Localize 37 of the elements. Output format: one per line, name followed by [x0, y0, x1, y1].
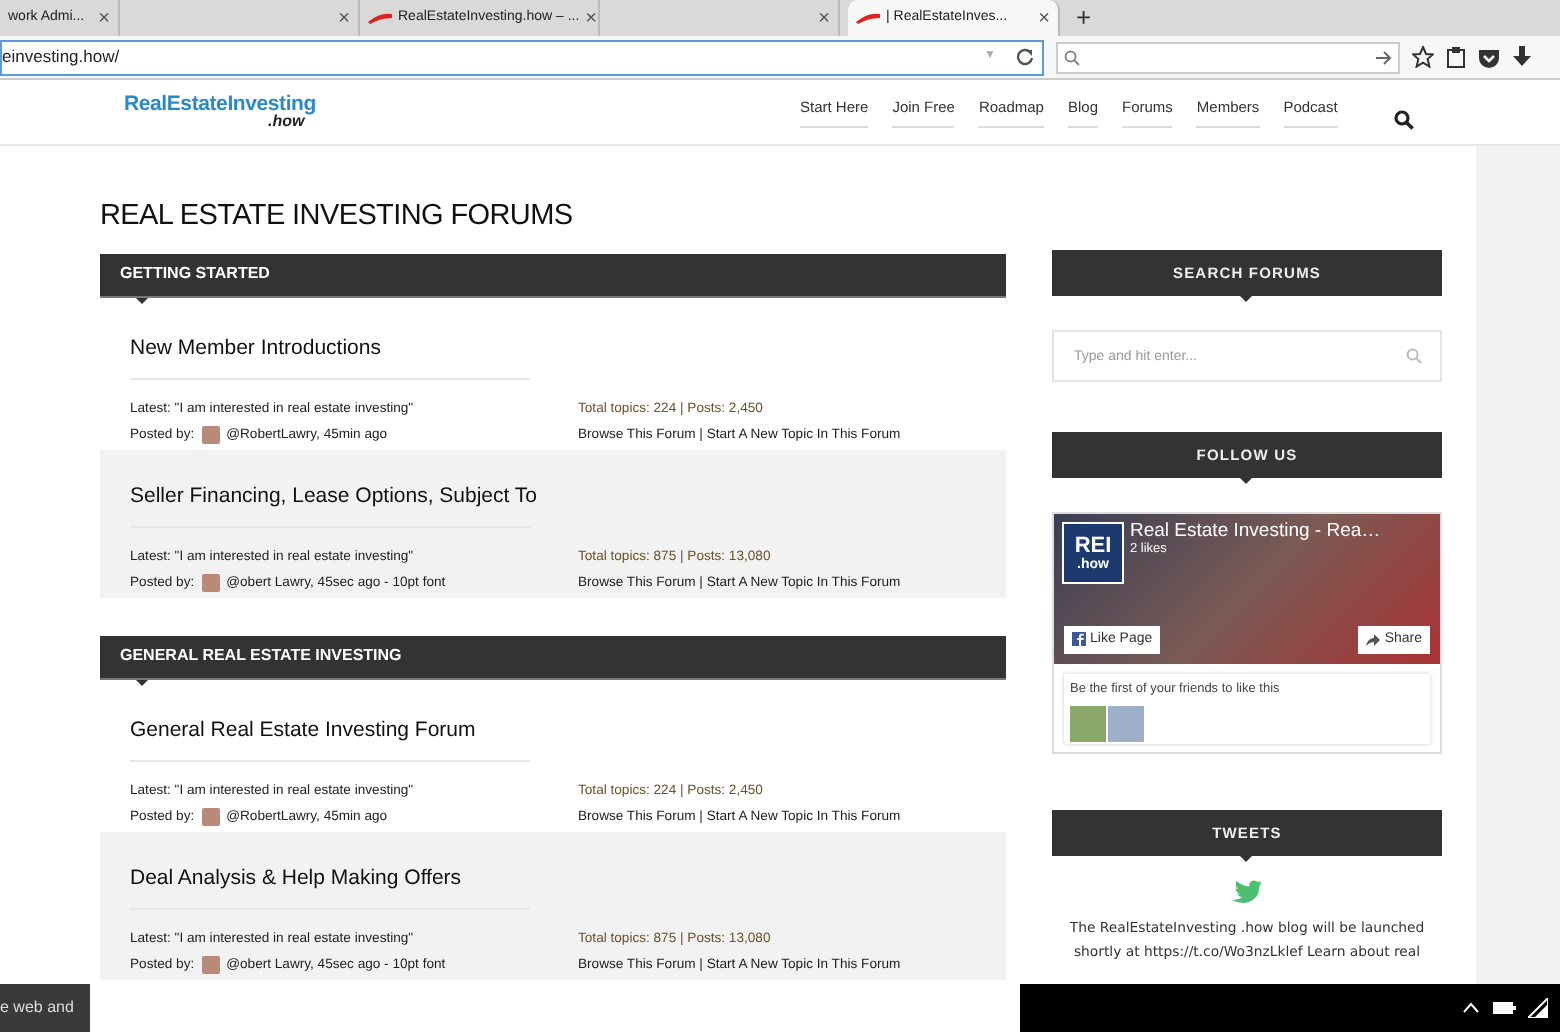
avatar-icon [202, 425, 221, 444]
search-field[interactable] [1056, 41, 1400, 73]
avatar-icon [202, 807, 221, 826]
friend-photo [1070, 705, 1106, 742]
new-tab-button[interactable]: + [1060, 0, 1108, 36]
tab-close-button[interactable]: × [818, 3, 830, 33]
facebook-icon [1072, 632, 1086, 647]
page-title: REAL ESTATE INVESTING FORUMS [100, 202, 575, 231]
forum-title[interactable]: New Member Introductions [130, 321, 530, 381]
section-header: GETTING STARTED [100, 253, 1006, 297]
network-icon[interactable] [1528, 998, 1548, 1018]
tab-close-button[interactable]: × [98, 3, 110, 33]
share-arrow-icon [1366, 633, 1381, 646]
forum-title[interactable]: Deal Analysis & Help Making Offers [130, 851, 530, 911]
tab-close-button[interactable]: × [1038, 3, 1050, 33]
tab-close-button[interactable]: × [338, 3, 350, 33]
arrow-icon[interactable] [1376, 49, 1392, 65]
pocket-icon[interactable] [1478, 47, 1500, 67]
site-logo[interactable]: RealEstateInvesting .how [124, 93, 484, 131]
chevron-up-icon[interactable] [1462, 1002, 1480, 1014]
avatar-icon [202, 573, 221, 592]
bird-icon [1232, 880, 1262, 904]
reload-icon[interactable] [1016, 48, 1034, 66]
clipboard-icon[interactable] [1446, 46, 1466, 68]
section-header: GENERAL REAL ESTATE INVESTING [100, 635, 1006, 679]
friend-photo [1108, 705, 1144, 742]
taskbar-search-box[interactable]: e web and [0, 984, 90, 1032]
tab-close-button[interactable]: × [585, 3, 598, 33]
battery-icon[interactable] [1492, 1000, 1516, 1016]
avatar-icon [202, 955, 221, 974]
search-icon [1406, 348, 1422, 364]
page-name[interactable]: Real Estate Investing - Rea… [1130, 522, 1381, 543]
download-icon[interactable] [1512, 46, 1532, 68]
forum-title[interactable]: General Real Estate Investing Forum [130, 703, 530, 763]
search-icon[interactable] [1393, 110, 1414, 130]
star-icon[interactable] [1412, 46, 1434, 68]
search-icon [1064, 49, 1080, 65]
